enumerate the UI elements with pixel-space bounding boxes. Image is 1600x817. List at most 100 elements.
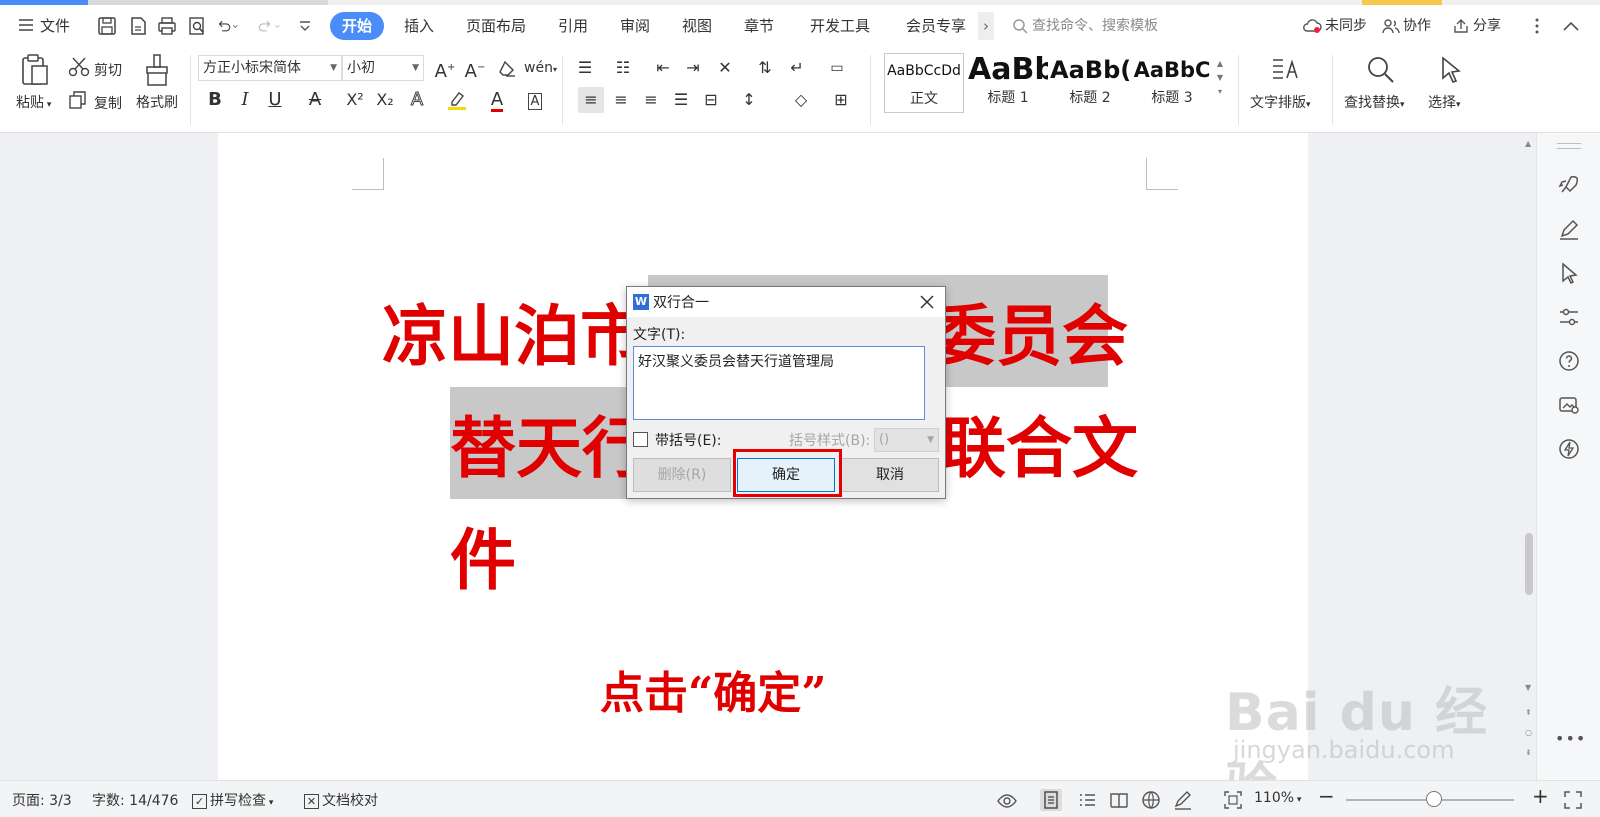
copy-icon[interactable] — [68, 90, 88, 110]
increase-indent-icon[interactable]: ⇥ — [680, 55, 706, 81]
text-layout-icon[interactable] — [1270, 55, 1300, 85]
strikethrough-icon[interactable]: A — [302, 87, 328, 113]
tab-references[interactable]: 引用 — [558, 12, 588, 40]
sync-status[interactable]: 未同步 — [1302, 14, 1367, 38]
undo-icon[interactable] — [216, 15, 248, 37]
align-left-icon[interactable]: ≡ — [578, 87, 604, 113]
read-view-icon[interactable] — [1108, 789, 1130, 811]
scroll-thumb[interactable] — [1525, 533, 1533, 595]
zoom-slider-handle[interactable] — [1426, 791, 1442, 807]
save-icon[interactable] — [96, 15, 118, 37]
next-page-icon[interactable]: ⇟ — [1525, 748, 1532, 757]
vertical-scrollbar[interactable]: ▲ ▼ ⇞ ○ ⇟ — [1522, 133, 1536, 780]
italic-button[interactable]: I — [232, 87, 258, 113]
file-menu[interactable]: 文件 — [18, 12, 70, 40]
decrease-indent-icon[interactable]: ⇤ — [650, 55, 676, 81]
more-dots-icon[interactable]: ••• — [1555, 729, 1586, 748]
customize-toolbar-icon[interactable] — [294, 15, 316, 37]
bold-button[interactable]: B — [202, 87, 228, 113]
format-painter-button[interactable]: 格式刷 — [136, 92, 178, 112]
zoom-level[interactable]: 110% ▾ — [1254, 790, 1301, 806]
subscript-button[interactable]: X₂ — [372, 87, 398, 113]
delete-button[interactable]: 删除(R) — [633, 458, 731, 492]
tab-developer[interactable]: 开发工具 — [810, 12, 870, 40]
copy-button[interactable]: 复制 — [94, 93, 122, 113]
bracket-style-select[interactable]: () ▼ — [874, 428, 939, 452]
eye-protection-icon[interactable] — [996, 789, 1018, 811]
tab-section[interactable]: 章节 — [744, 12, 774, 40]
format-painter-icon[interactable] — [143, 53, 171, 87]
tab-insert[interactable]: 插入 — [404, 12, 434, 40]
more-tabs-button[interactable]: › — [978, 12, 994, 40]
tab-member[interactable]: 会员专享 — [906, 12, 966, 40]
pen-icon[interactable] — [1557, 217, 1581, 241]
justify-icon[interactable]: ☰ — [668, 87, 694, 113]
cut-icon[interactable] — [68, 57, 90, 77]
paste-icon[interactable] — [20, 53, 50, 87]
decrease-font-size-icon[interactable]: A− — [462, 55, 488, 82]
lightning-icon[interactable] — [1557, 437, 1581, 461]
prev-page-icon[interactable]: ⇞ — [1525, 708, 1532, 717]
rocket-icon[interactable] — [1557, 173, 1581, 197]
fullscreen-icon[interactable] — [1562, 789, 1584, 811]
share-button[interactable]: 分享 — [1452, 14, 1501, 38]
word-count[interactable]: 字数: 14/476 — [92, 790, 178, 810]
char-border-icon[interactable]: A — [522, 87, 548, 113]
scroll-down-icon[interactable]: ▼ — [1525, 683, 1531, 692]
print-icon[interactable] — [156, 15, 178, 37]
ruler-icon[interactable]: ▭ — [824, 55, 850, 81]
style-heading-2[interactable]: AaBb( 标题 2 — [1050, 53, 1130, 113]
fit-page-icon[interactable] — [1222, 789, 1244, 811]
pointer-icon[interactable] — [1557, 261, 1581, 285]
tab-view[interactable]: 视图 — [682, 12, 712, 40]
print-preview-icon[interactable] — [186, 15, 208, 37]
increase-font-size-icon[interactable]: A+ — [432, 55, 458, 82]
redo-icon[interactable] — [258, 15, 290, 37]
style-heading-3[interactable]: AaBbC 标题 3 — [1132, 53, 1212, 113]
page-view-icon[interactable] — [1040, 789, 1062, 811]
bullet-list-icon[interactable]: ☰ — [572, 55, 598, 81]
select-cursor-icon[interactable] — [1438, 55, 1464, 85]
align-right-icon[interactable]: ≡ — [638, 87, 664, 113]
spell-check-button[interactable]: ✓ 拼写检查 ▾ — [192, 790, 273, 810]
export-pdf-icon[interactable] — [127, 15, 149, 37]
collapse-ribbon-icon[interactable] — [1562, 14, 1583, 38]
scroll-up-icon[interactable]: ▲ — [1525, 139, 1531, 148]
find-replace-button[interactable]: 查找替换▾ — [1344, 92, 1405, 112]
more-options-icon[interactable] — [1534, 14, 1543, 38]
text-input[interactable]: 好汉聚义委员会替天行道管理局 — [633, 346, 925, 420]
writing-mode-icon[interactable] — [1172, 789, 1194, 811]
web-view-icon[interactable] — [1140, 789, 1162, 811]
doc-proofread-button[interactable]: ✕ 文档校对 — [304, 790, 378, 810]
paste-button[interactable]: 粘贴 ▾ — [16, 92, 51, 112]
cut-button[interactable]: 剪切 — [94, 60, 122, 80]
font-size-select[interactable]: 小初 ▼ — [342, 55, 424, 81]
outline-view-icon[interactable] — [1076, 789, 1098, 811]
superscript-button[interactable]: X² — [342, 87, 368, 113]
distribute-icon[interactable]: ⊟ — [698, 87, 724, 113]
command-search[interactable]: 查找命令、搜索模板 — [1012, 14, 1158, 38]
tab-review[interactable]: 审阅 — [620, 12, 650, 40]
clear-format-icon[interactable] — [494, 55, 520, 81]
tab-home[interactable]: 开始 — [330, 12, 385, 40]
text-layout-button[interactable]: 文字排版▾ — [1250, 92, 1311, 112]
close-icon[interactable] — [917, 292, 937, 312]
dialog-titlebar[interactable]: W 双行合一 — [627, 287, 945, 317]
select-button[interactable]: 选择▾ — [1428, 92, 1461, 112]
borders-icon[interactable]: ⊞ — [828, 87, 854, 113]
underline-button[interactable]: U — [262, 87, 288, 113]
bracket-checkbox[interactable] — [633, 432, 648, 447]
text-effect-icon[interactable]: A — [404, 87, 430, 113]
select-browse-icon[interactable]: ○ — [1525, 728, 1532, 737]
page-indicator[interactable]: 页面: 3/3 — [12, 790, 72, 810]
zoom-in-button[interactable]: + — [1532, 784, 1549, 808]
style-normal[interactable]: AaBbCcDd 正文 — [884, 53, 964, 113]
styles-scroll[interactable]: ▲ ▼ ▾ — [1214, 57, 1226, 99]
font-color-icon[interactable]: A — [484, 87, 510, 113]
image-tools-icon[interactable] — [1557, 393, 1581, 417]
highlight-color-icon[interactable] — [444, 87, 470, 113]
find-replace-icon[interactable] — [1366, 55, 1396, 85]
font-name-select[interactable]: 方正小标宋简体 ▼ — [198, 55, 342, 81]
style-heading-1[interactable]: AaBb 标题 1 — [968, 53, 1048, 113]
sidebar-grip[interactable] — [1557, 143, 1581, 149]
